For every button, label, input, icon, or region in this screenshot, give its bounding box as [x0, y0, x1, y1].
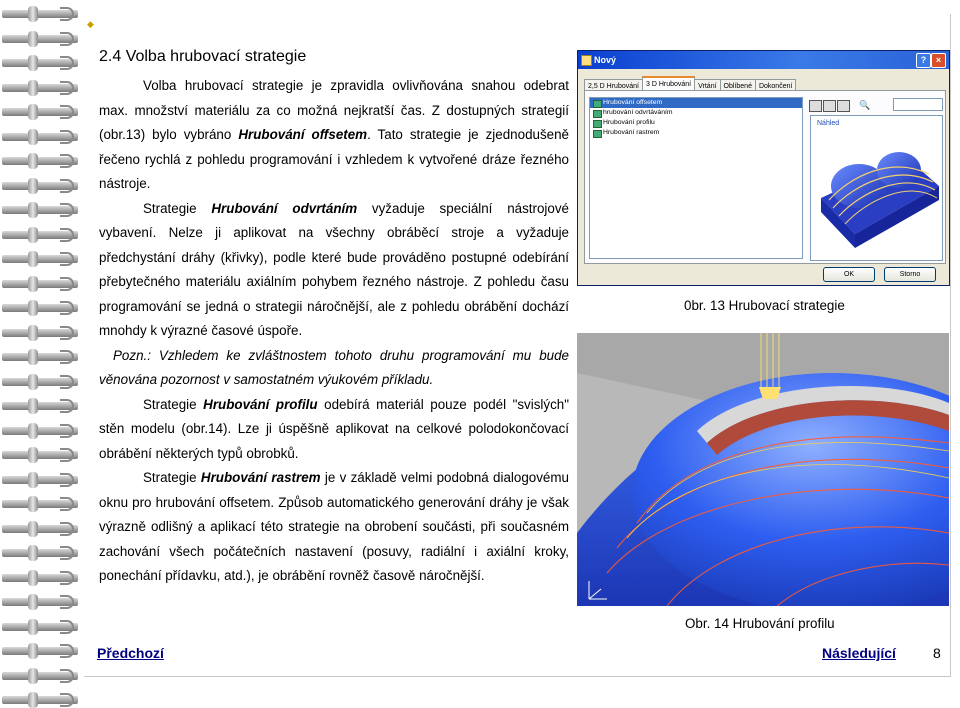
list-item: Hrubování offsetem [590, 98, 802, 108]
dialog-titlebar: Nový ? × [578, 51, 949, 69]
binding-ring [2, 447, 78, 463]
binding-ring [2, 667, 78, 684]
binding-ring [2, 373, 78, 390]
cad-model-image [577, 333, 949, 606]
binding-ring [2, 422, 78, 439]
dialog-body: Hrubování offsetem hrubování odvrtáváním… [584, 90, 946, 264]
strategy-icon [593, 120, 602, 128]
binding-ring [2, 104, 78, 120]
dialog-tabs: 2,5 D Hrubování 3 D Hrubování Vrtání Oblíbe… [584, 75, 797, 93]
binding-ring [2, 300, 78, 316]
list-item: hrubování odvrtáváním [590, 108, 802, 118]
figure-13-caption: 0br. 13 Hrubovací strategie [684, 298, 845, 313]
help-icon: ? [916, 53, 931, 68]
strategy-drilling: Hrubování odvrtáním [211, 200, 358, 216]
binding-ring [2, 471, 78, 488]
small-icons-icon [823, 99, 836, 112]
body-text: Volba hrubovací strategie je zpravidla o… [99, 74, 569, 589]
binding-ring [2, 324, 78, 341]
binding-ring [2, 128, 78, 145]
preview-model-image [821, 152, 939, 248]
figure-14-caption: Obr. 14 Hrubování profilu [685, 616, 835, 631]
large-icons-icon [809, 99, 822, 112]
profile-roughing-render [577, 333, 949, 606]
strategy-icon [593, 110, 602, 118]
list-item-label: Hrubování rastrem [603, 129, 660, 136]
close-icon: × [931, 53, 946, 68]
section-heading: 2.4 Volba hrubovací strategie [99, 48, 307, 65]
binding-ring [2, 349, 78, 365]
binding-ring [2, 618, 78, 635]
binding-ring [2, 55, 78, 71]
binding-ring [2, 275, 78, 292]
note: Pozn.: Vzhledem ke zvláštnostem tohoto d… [99, 347, 569, 388]
strategy-list: Hrubování offsetem hrubování odvrtáváním… [589, 97, 803, 259]
binding-ring [2, 202, 78, 218]
binding-ring [2, 692, 78, 708]
list-item-label: Hrubování profilu [603, 119, 655, 126]
binding-ring [2, 226, 78, 243]
binding-ring [2, 643, 78, 659]
page-number: 8 [933, 645, 941, 661]
ok-button: OK [823, 267, 875, 282]
strategy-raster: Hrubování rastrem [200, 470, 321, 485]
search-field [893, 98, 943, 111]
binding-ring [2, 520, 78, 537]
paragraph-3: Strategie Hrubování profilu odebírá mate… [99, 393, 569, 467]
page-marker-icon: ◆ [87, 19, 94, 29]
binding-ring [2, 30, 78, 47]
paragraph-2: Strategie Hrubování odvrtáním vyžaduje s… [99, 197, 569, 344]
binding-ring [2, 496, 78, 512]
paragraph-2-end: vyžaduje speciální nástrojové vybavení. … [99, 200, 569, 339]
dialog-app-icon [581, 55, 592, 66]
binding-ring [2, 251, 78, 267]
paragraph-4-end: je v základě velmi podobná dialogovému o… [99, 470, 569, 583]
preview-pane: Náhled [810, 115, 943, 261]
paragraph-3-start: Strategie [143, 396, 204, 412]
strategy-icon [593, 100, 602, 108]
dialog-title: Nový [594, 55, 617, 65]
binding-ring [2, 594, 78, 610]
list-view-icon [837, 99, 850, 112]
list-item-label: hrubování odvrtáváním [603, 109, 673, 116]
strategy-dialog-screenshot: Nový ? × 2,5 D Hrubování 3 D Hrubování Vrt… [577, 50, 950, 286]
paragraph-1: Volba hrubovací strategie je zpravidla o… [99, 74, 569, 197]
binding-ring [2, 545, 78, 561]
binding-ring [2, 6, 78, 22]
binding-ring [2, 398, 78, 414]
spiral-binding [0, 0, 82, 708]
strategy-offset: Hrubování offsetem [238, 127, 368, 142]
list-item-label: Hrubování offsetem [603, 99, 663, 106]
search-icon: 🔍 [859, 100, 871, 111]
previous-link[interactable]: Předchozí [97, 645, 164, 661]
binding-ring [2, 79, 78, 96]
binding-ring [2, 153, 78, 169]
next-link[interactable]: Následující [822, 645, 896, 661]
paragraph-4: Strategie Hrubování rastrem je v základě… [99, 466, 569, 589]
list-item: Hrubování rastrem [590, 128, 802, 138]
strategy-profile: Hrubování profilu [203, 396, 318, 412]
paragraph-4-start: Strategie [143, 470, 201, 485]
paragraph-2-start: Strategie [143, 200, 212, 216]
binding-ring [2, 177, 78, 194]
list-item: Hrubování profilu [590, 118, 802, 128]
cancel-button: Storno [884, 267, 936, 282]
binding-ring [2, 569, 78, 586]
strategy-icon [593, 130, 602, 138]
view-toolbar: 🔍 [809, 97, 870, 115]
